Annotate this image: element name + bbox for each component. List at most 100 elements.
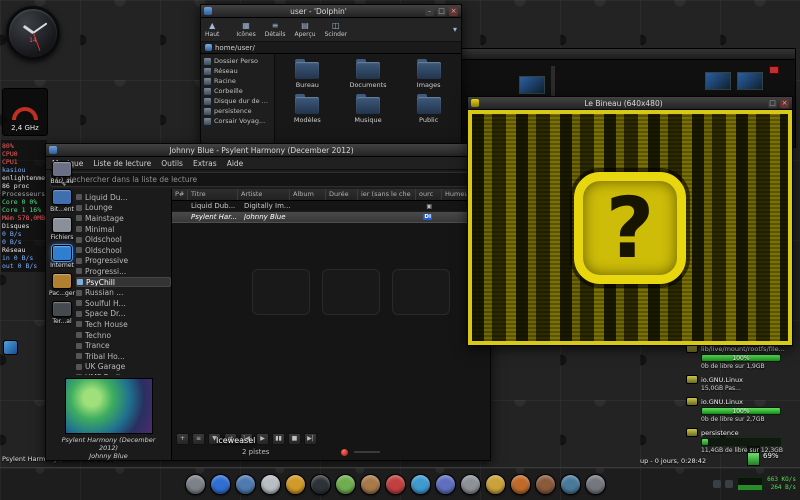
view-mode-button[interactable]: ≡ Détails <box>265 21 286 38</box>
folder-item[interactable]: Modèles <box>277 94 338 124</box>
playlist-item[interactable]: Russian ... <box>76 287 171 298</box>
view-mode-button[interactable]: ▦ Icônes <box>236 21 255 38</box>
playlist-item[interactable]: Tech House <box>76 319 171 330</box>
analog-clock-widget[interactable]: 14 <box>6 6 60 60</box>
add-button[interactable]: + <box>176 433 189 445</box>
track-row[interactable]: Liquid Dub... Digitally Im... ▣ <box>172 201 490 212</box>
menu-item[interactable]: Liste de lecture <box>93 159 151 168</box>
track-row[interactable]: Psylent Har... Johnny Blue DI <box>172 212 490 223</box>
column-header[interactable]: Album <box>290 189 326 200</box>
disk-gadget[interactable]: persistence 11,4GB de libre sur 12,3GB <box>686 428 796 454</box>
minimize-button[interactable]: – <box>425 6 434 16</box>
view-mode-button[interactable]: ◫ Scinder <box>325 21 348 38</box>
menu-item[interactable]: Aide <box>227 159 244 168</box>
taskbar-icon-trash[interactable] <box>585 473 606 495</box>
taskbar-icon-games[interactable] <box>535 473 556 495</box>
playlist-item[interactable]: Mainstage <box>76 213 171 224</box>
taskbar-icon-monitor[interactable] <box>560 473 581 495</box>
menu-item[interactable]: Extras <box>193 159 217 168</box>
maximize-button[interactable]: □ <box>437 6 446 16</box>
cpufreq-gadget[interactable]: 2,4 GHz <box>2 88 48 136</box>
places-item[interactable]: Corbeille <box>201 86 274 96</box>
dock-item[interactable]: Internet <box>46 244 78 270</box>
toolbar-overflow-button[interactable]: ▾ <box>453 25 457 34</box>
next-button[interactable]: ▶| <box>304 433 317 445</box>
dock-item[interactable]: Ter...al <box>46 300 78 326</box>
playlist-item[interactable]: Progressi... <box>76 266 171 277</box>
background-window-titlebar[interactable] <box>453 49 795 60</box>
gadget-icon[interactable] <box>3 340 18 355</box>
folder-item[interactable]: Bureau <box>277 59 338 89</box>
breadcrumb[interactable]: home/user/ <box>201 42 461 54</box>
places-item[interactable]: Racine <box>201 76 274 86</box>
taskbar-icon-settings[interactable] <box>460 473 481 495</box>
taskbar-icon-burn[interactable] <box>510 473 531 495</box>
tray-icon[interactable] <box>725 480 734 488</box>
dolphin-titlebar[interactable]: user - 'Dolphin' – □ × <box>201 5 461 18</box>
menu-item[interactable]: Outils <box>161 159 183 168</box>
taskbar-icon-editor[interactable] <box>335 473 356 495</box>
playlist-item[interactable]: Trance <box>76 340 171 351</box>
up-button[interactable]: ▲ Haut <box>205 21 219 38</box>
taskbar-icon-chat[interactable] <box>410 473 431 495</box>
playlist-item[interactable]: Minimal <box>76 224 171 235</box>
close-button[interactable]: × <box>449 6 458 16</box>
taskbar-icon-packages[interactable] <box>485 473 506 495</box>
close-button[interactable]: × <box>780 98 789 108</box>
taskbar-icon-office[interactable] <box>435 473 456 495</box>
places-item[interactable]: Corsair Voyag... <box>201 116 274 126</box>
playlist-item[interactable]: Space Dr... <box>76 309 171 320</box>
places-item[interactable]: Disque dur de ... <box>201 96 274 106</box>
disk-gadget[interactable]: lib/live/mount/rootfs/file... 100% 0b de… <box>686 344 796 370</box>
pause-button[interactable]: ▮▮ <box>272 433 285 445</box>
places-item[interactable]: persistence <box>201 106 274 116</box>
taskbar-icon-files[interactable] <box>235 473 256 495</box>
disk-gadget[interactable]: io.GNU.Linux 100% 0b de libre sur 2,7GB <box>686 397 796 423</box>
playlist-item[interactable]: Techno <box>76 330 171 341</box>
taskbar-icon-terminal[interactable] <box>310 473 331 495</box>
dock-item[interactable]: Bur...au <box>46 160 78 186</box>
folder-item[interactable]: Musique <box>338 94 399 124</box>
column-header[interactable]: P# <box>172 189 188 200</box>
stop-button[interactable]: ■ <box>288 433 301 445</box>
column-header[interactable]: Durée <box>326 189 358 200</box>
image-thumbnail[interactable] <box>519 76 545 94</box>
dock-item[interactable]: Pac...ger <box>46 272 78 298</box>
playlist-item[interactable]: PsyChill <box>76 276 171 288</box>
playlist-item[interactable]: Lounge <box>76 203 171 214</box>
taskbar-icon-music[interactable] <box>285 473 306 495</box>
playlist-item[interactable]: Oldschool <box>76 245 171 256</box>
dock-item[interactable]: Bit...ent <box>46 188 78 214</box>
column-header[interactable]: Artiste <box>238 189 290 200</box>
column-header[interactable]: ourc <box>416 189 442 200</box>
playlist-item[interactable]: Tribal Ho... <box>76 351 171 362</box>
play-button[interactable]: ▶ <box>256 433 269 445</box>
places-item[interactable]: Réseau <box>201 66 274 76</box>
record-indicator-icon[interactable] <box>341 448 349 456</box>
playlist-item[interactable]: UK Garage <box>76 362 171 373</box>
maximize-button[interactable]: □ <box>768 98 777 108</box>
playlist-item[interactable]: Soulful H... <box>76 298 171 309</box>
taskbar-icon-browser[interactable] <box>210 473 231 495</box>
taskbar-icon-mail[interactable] <box>260 473 281 495</box>
image-thumbnail[interactable] <box>737 72 763 90</box>
playlist-item[interactable]: Liquid Du... <box>76 192 171 203</box>
playlist-item[interactable]: Progressive <box>76 256 171 267</box>
image-viewer-titlebar[interactable]: Le Bineau (640x480) □ × <box>468 97 792 110</box>
playlist-item[interactable]: Oldschool <box>76 234 171 245</box>
taskbar-icon-images[interactable] <box>360 473 381 495</box>
tray-red-icon[interactable] <box>769 66 779 74</box>
taskbar-icon-video[interactable] <box>385 473 406 495</box>
view-mode-button[interactable]: ▤ Aperçu <box>295 21 316 38</box>
playlist-menu-button[interactable]: ≡ <box>192 433 205 445</box>
dock-item[interactable]: Fichiers <box>46 216 78 242</box>
places-item[interactable]: Dossier Perso <box>201 56 274 66</box>
image-thumbnail[interactable] <box>705 72 731 90</box>
folder-item[interactable]: Images <box>398 59 459 89</box>
disk-gadget[interactable]: io.GNU.Linux 15,0GB Pas... <box>686 375 796 392</box>
playlist-item[interactable]: UMF Radio <box>76 372 171 375</box>
tray-icon[interactable] <box>713 480 722 488</box>
folder-item[interactable]: Public <box>398 94 459 124</box>
column-header[interactable]: ier (sans le che <box>358 189 416 200</box>
player-titlebar[interactable]: Johnny Blue - Psylent Harmony (December … <box>46 144 490 157</box>
